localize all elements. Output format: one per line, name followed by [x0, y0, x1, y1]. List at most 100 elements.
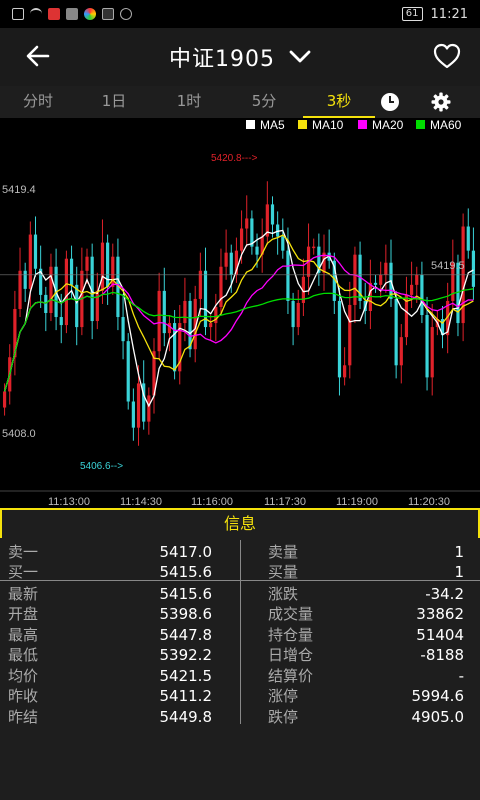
info-label: 最高 — [8, 626, 39, 644]
candle-body — [111, 256, 115, 287]
candle-body — [85, 256, 89, 271]
candle-body — [410, 284, 414, 295]
info-value: -8188 — [420, 646, 464, 664]
info-label: 最新 — [8, 585, 39, 603]
candle-body — [281, 236, 285, 251]
info-value: 33862 — [416, 605, 464, 623]
candle-body — [239, 228, 244, 251]
legend-swatch — [416, 120, 425, 129]
candle-body — [286, 250, 290, 301]
candle-body — [59, 317, 63, 326]
app-icon-colorful — [84, 8, 96, 20]
info-label: 持仓量 — [268, 626, 314, 644]
period-tabs: 分时 1日 1时 5分 3秒 — [0, 86, 480, 118]
candle-body — [33, 234, 38, 269]
candle-body — [136, 383, 141, 428]
candle-body — [337, 300, 342, 378]
candle-body — [471, 250, 476, 287]
clock-icon[interactable] — [380, 92, 400, 112]
candle-body — [100, 242, 105, 291]
app-icon-red — [48, 8, 60, 20]
tab-3sec[interactable]: 3秒 — [303, 86, 375, 118]
info-value: 5417.0 — [159, 543, 213, 561]
legend-swatch — [246, 120, 255, 129]
gear-icon[interactable] — [431, 92, 451, 112]
info-value: 5411.2 — [159, 687, 213, 705]
candle-body — [229, 252, 233, 275]
candle-body — [2, 391, 7, 408]
x-tick-label: 11:14:30 — [120, 496, 162, 508]
candle-body — [312, 246, 316, 249]
info-label: 昨结 — [8, 708, 39, 726]
info-label: 跌停 — [268, 708, 299, 726]
candle-body — [49, 266, 53, 314]
candle-body — [121, 317, 125, 342]
status-bar: 61 11:21 — [0, 0, 480, 28]
info-value: 5449.8 — [159, 708, 213, 726]
y-axis-label: 5408.0 — [2, 428, 36, 440]
candle-body — [131, 401, 135, 428]
heart-icon[interactable] — [432, 42, 462, 70]
info-value: 5421.5 — [159, 667, 213, 685]
info-value: 5398.6 — [159, 605, 213, 623]
candle-body — [384, 262, 388, 275]
info-label: 卖一 — [8, 543, 39, 561]
candle-body — [399, 337, 403, 366]
candle-body — [291, 300, 295, 328]
candle-body — [147, 395, 151, 422]
tab-1hour[interactable]: 1时 — [165, 86, 213, 118]
info-label: 涨停 — [268, 687, 299, 705]
right-price-label: 5419.5 — [431, 260, 465, 272]
info-title: 信息 — [0, 508, 480, 538]
legend-swatch — [298, 120, 307, 129]
app-icon-round — [120, 8, 132, 20]
candle-body — [379, 274, 383, 285]
info-value: 5415.6 — [159, 563, 213, 581]
candle-body — [209, 323, 213, 328]
candle-body — [18, 270, 22, 309]
tab-1day[interactable]: 1日 — [90, 86, 138, 118]
info-value: -34.2 — [425, 585, 464, 603]
high-price-marker: 5420.8---> — [211, 153, 258, 164]
info-label: 结算价 — [268, 667, 314, 685]
legend-swatch — [358, 120, 367, 129]
tab-5min[interactable]: 5分 — [240, 86, 288, 118]
arrow-left-icon[interactable] — [24, 42, 52, 70]
info-label: 开盘 — [8, 605, 39, 623]
wifi-icon — [30, 8, 42, 20]
candle-body — [162, 290, 166, 334]
candle-body — [44, 294, 48, 314]
candle-body — [425, 315, 429, 378]
x-tick-label: 11:16:00 — [191, 496, 233, 508]
x-tick-label: 11:20:30 — [408, 496, 450, 508]
x-tick-label: 11:17:30 — [264, 496, 306, 508]
y-axis-label: 5419.4 — [2, 184, 36, 196]
info-value: - — [458, 667, 464, 685]
legend-label: MA10 — [312, 118, 344, 132]
shield-icon — [66, 8, 78, 20]
x-tick-label: 11:19:00 — [336, 496, 378, 508]
legend-label: MA5 — [260, 118, 285, 132]
notification-icons — [12, 8, 132, 20]
info-value: 51404 — [416, 626, 464, 644]
info-value: 1 — [454, 543, 464, 561]
info-divider-vertical — [240, 540, 241, 724]
candle-body — [296, 302, 300, 328]
notification-icon — [12, 8, 24, 20]
candle-body — [415, 274, 419, 285]
price-chart[interactable]: MA5 MA10 MA20 MA60 5419.4 5408.0 5420.8---> 54… — [0, 118, 480, 508]
candle-body — [348, 304, 352, 366]
info-label: 均价 — [8, 667, 39, 685]
tab-fenshi[interactable]: 分时 — [14, 86, 62, 118]
candle-body — [420, 274, 424, 316]
info-label: 买量 — [268, 563, 299, 581]
candle-body — [23, 270, 27, 289]
chevron-down-icon — [289, 50, 311, 63]
candle-body — [270, 204, 275, 225]
candle-body — [183, 300, 187, 324]
instrument-selector[interactable]: 中证1905 — [169, 41, 311, 73]
info-value: 5392.2 — [159, 646, 213, 664]
candle-body — [64, 258, 68, 326]
info-label: 卖量 — [268, 543, 299, 561]
info-label: 买一 — [8, 563, 39, 581]
